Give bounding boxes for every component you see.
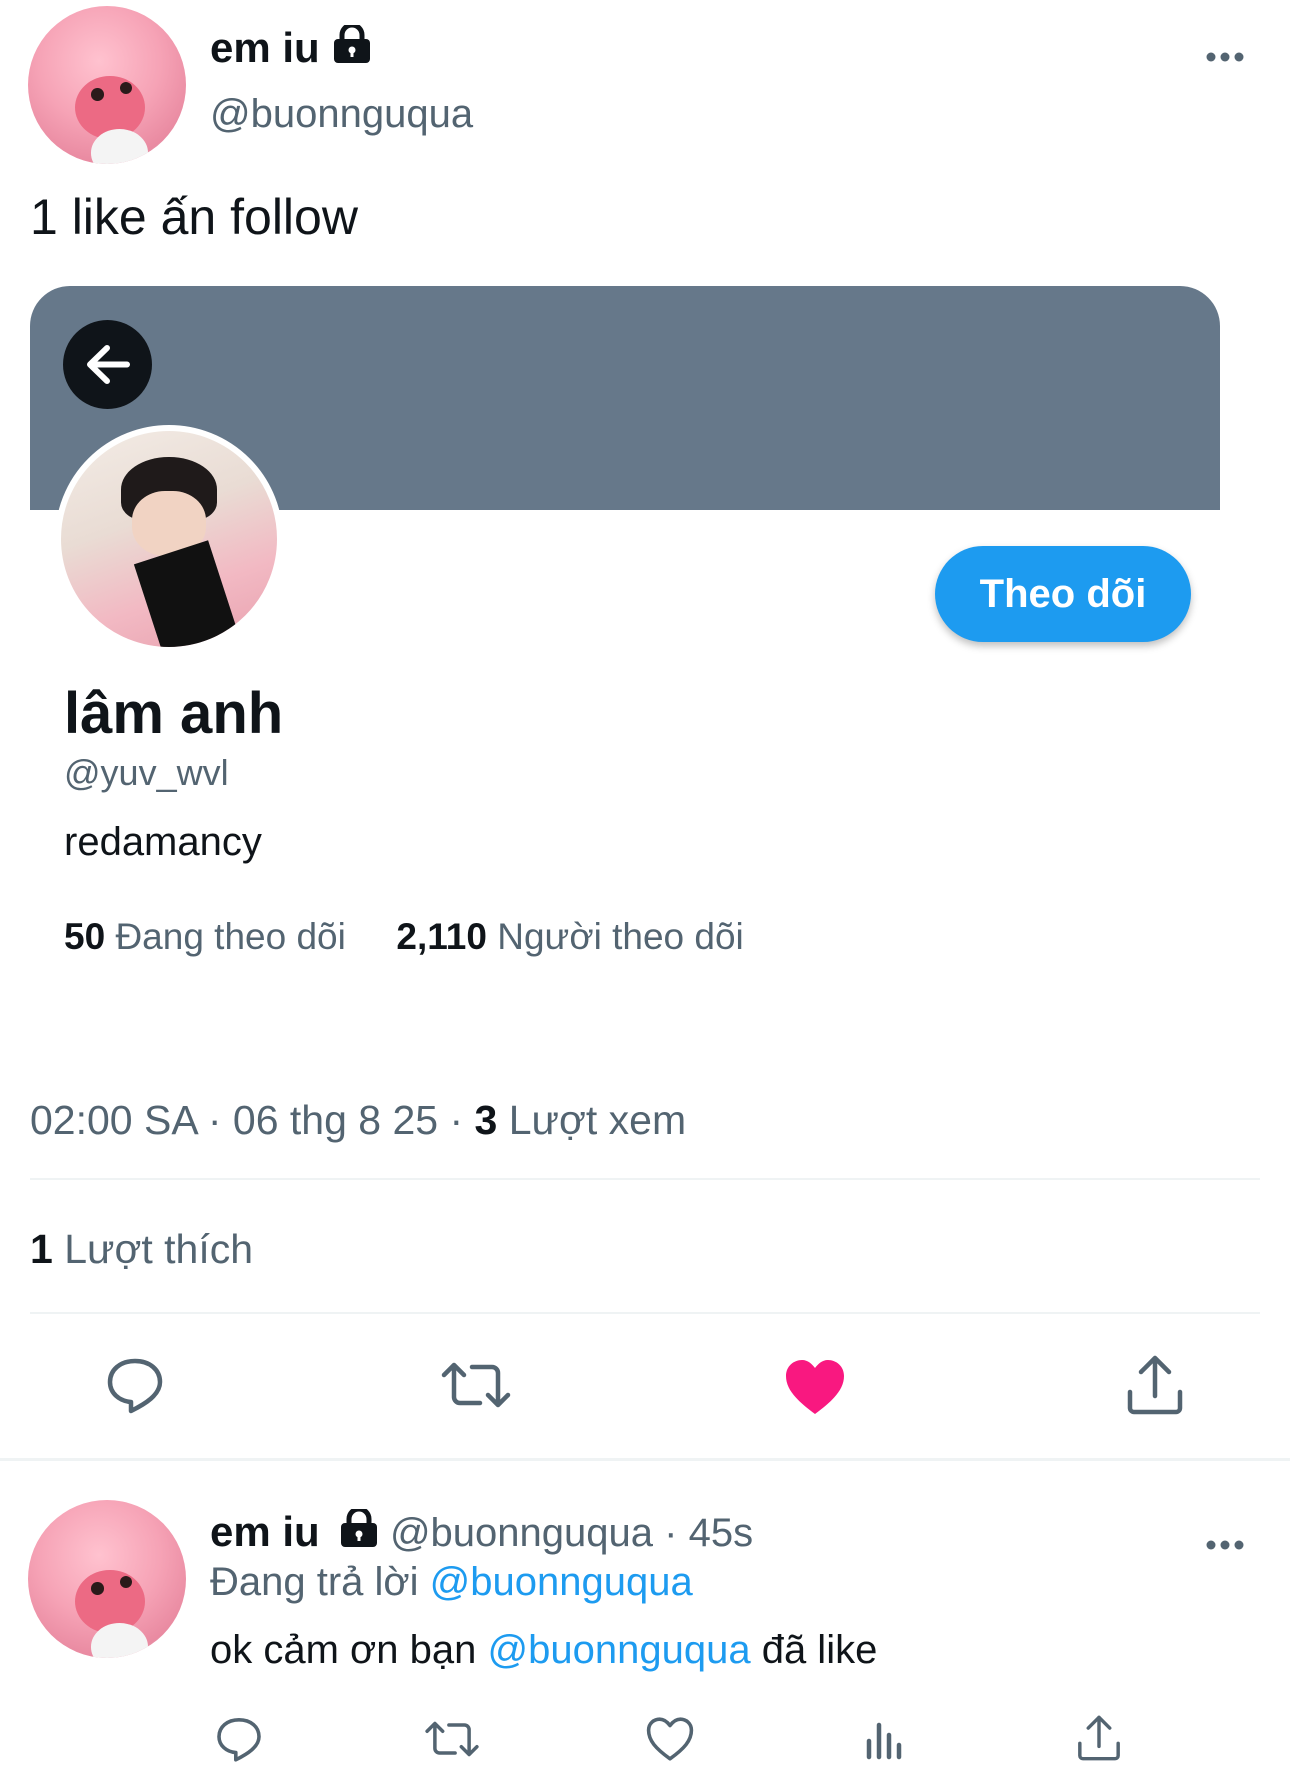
reply-reply-button[interactable] xyxy=(212,1712,266,1766)
reply-share-button[interactable] xyxy=(1072,1710,1126,1766)
share-icon xyxy=(1127,1355,1183,1415)
tweet-text: 1 like ấn follow xyxy=(30,189,358,245)
separator-dot: · xyxy=(207,1097,233,1143)
reply-text-after: đã like xyxy=(761,1628,878,1672)
profile-bio: redamancy xyxy=(64,820,262,864)
reply-icon xyxy=(107,1358,163,1414)
author-avatar[interactable] xyxy=(28,6,186,164)
views-icon xyxy=(866,1722,902,1760)
share-button[interactable] xyxy=(1122,1350,1188,1420)
back-button[interactable] xyxy=(63,320,152,409)
followers-count: 2,110 xyxy=(396,916,487,957)
reply-age[interactable]: 45s xyxy=(689,1511,754,1555)
replying-label: Đang trả lời xyxy=(210,1560,419,1604)
reply-author-name[interactable]: em iu xyxy=(210,1508,320,1555)
heart-icon xyxy=(646,1717,694,1761)
reply-header: em iu @buonnguqua · 45s xyxy=(210,1506,754,1559)
replying-handle-link[interactable]: @buonnguqua xyxy=(430,1560,693,1604)
mention-link[interactable]: @buonnguqua xyxy=(488,1628,751,1672)
reply-retweet-button[interactable] xyxy=(422,1712,482,1766)
following-label: Đang theo dõi xyxy=(115,916,346,957)
followers-label: Người theo dõi xyxy=(497,916,744,957)
reply-more-icon[interactable] xyxy=(1205,1518,1245,1563)
separator-dot: · xyxy=(664,1511,689,1555)
reply-button[interactable] xyxy=(100,1352,170,1418)
followers-stat[interactable]: 2,110 Người theo dõi xyxy=(396,916,743,957)
tweet-date[interactable]: 06 thg 8 25 xyxy=(233,1097,438,1143)
retweet-icon xyxy=(441,1362,511,1408)
reply-icon xyxy=(217,1718,261,1762)
more-icon[interactable] xyxy=(1205,30,1245,75)
retweet-icon xyxy=(425,1721,479,1757)
views-label: Lượt xem xyxy=(508,1097,687,1143)
section-divider xyxy=(0,1458,1290,1461)
like-button[interactable] xyxy=(780,1352,850,1422)
following-count: 50 xyxy=(64,916,106,957)
divider xyxy=(30,1312,1260,1314)
profile-handle: @yuv_wvl xyxy=(64,752,229,793)
divider xyxy=(30,1178,1260,1180)
retweet-button[interactable] xyxy=(438,1352,514,1418)
following-stat[interactable]: 50 Đang theo dõi xyxy=(64,916,356,957)
likes-count: 1 xyxy=(30,1226,53,1272)
lock-icon xyxy=(339,1506,379,1559)
author-handle[interactable]: @buonnguqua xyxy=(210,92,473,137)
share-icon xyxy=(1078,1715,1120,1761)
separator-dot: · xyxy=(449,1097,475,1143)
reply-author-avatar[interactable] xyxy=(28,1500,186,1658)
back-arrow-icon xyxy=(87,345,130,384)
views-count: 3 xyxy=(474,1097,498,1143)
reply-text-before: ok cảm ơn bạn xyxy=(210,1628,477,1672)
tweet-time[interactable]: 02:00 SA xyxy=(30,1097,196,1143)
profile-avatar[interactable] xyxy=(55,425,283,653)
follow-button[interactable]: Theo dõi xyxy=(935,546,1191,642)
heart-icon xyxy=(786,1360,844,1414)
reply-like-button[interactable] xyxy=(642,1712,698,1766)
author-name-row: em iu xyxy=(210,22,372,72)
reply-views-button[interactable] xyxy=(858,1712,912,1766)
lock-icon xyxy=(332,22,372,70)
replying-to: Đang trả lời @buonnguqua xyxy=(210,1560,693,1605)
profile-name: lâm anh xyxy=(64,681,284,746)
author-name[interactable]: em iu xyxy=(210,24,320,71)
tweet-meta: 02:00 SA · 06 thg 8 25 · 3 Lượt xem xyxy=(30,1097,686,1144)
likes-row[interactable]: 1 Lượt thích xyxy=(30,1226,253,1273)
reply-author-handle[interactable]: @buonnguqua xyxy=(390,1511,653,1555)
likes-label: Lượt thích xyxy=(64,1226,254,1272)
profile-stats: 50 Đang theo dõi 2,110 Người theo dõi xyxy=(64,916,744,958)
reply-text: ok cảm ơn bạn @buonnguqua đã like xyxy=(210,1628,877,1673)
